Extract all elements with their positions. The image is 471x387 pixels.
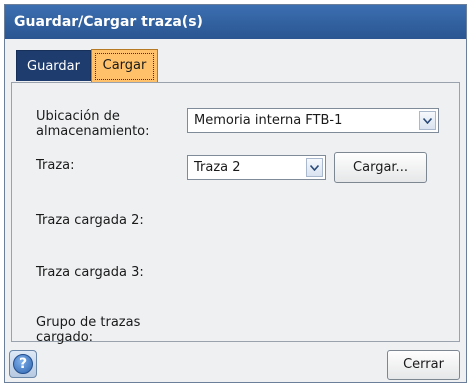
load-button[interactable]: Cargar... (334, 152, 427, 183)
question-mark-icon: ? (13, 354, 33, 374)
dialog-footer: ? Cerrar (5, 345, 466, 382)
trace-value: Traza 2 (194, 160, 241, 175)
tab-cargar[interactable]: Cargar (91, 49, 158, 82)
chevron-down-icon[interactable] (419, 111, 436, 130)
tab-guardar[interactable]: Guardar (16, 50, 91, 81)
loaded-trace-group-label: Grupo de trazas cargado: (36, 315, 141, 345)
tab-strip: Guardar Cargar (5, 39, 466, 83)
storage-location-select[interactable]: Memoria interna FTB-1 (187, 108, 439, 133)
close-button[interactable]: Cerrar (387, 350, 460, 380)
storage-location-label: Ubicación de almacenamiento: (36, 109, 150, 139)
chevron-down-icon[interactable] (306, 158, 323, 177)
dialog-title: Guardar/Cargar traza(s) (5, 5, 466, 39)
trace-select[interactable]: Traza 2 (187, 155, 326, 180)
trace-label: Traza: (36, 158, 75, 173)
loaded-trace-3-label: Traza cargada 3: (36, 265, 144, 280)
loaded-trace-2-label: Traza cargada 2: (36, 213, 144, 228)
dialog-window: Guardar/Cargar traza(s) Guardar Cargar U… (4, 4, 467, 383)
tab-focus-ring (95, 53, 154, 80)
load-panel: Ubicación de almacenamiento: Memoria int… (11, 82, 460, 345)
help-button[interactable]: ? (9, 350, 37, 378)
storage-location-value: Memoria interna FTB-1 (194, 113, 343, 128)
